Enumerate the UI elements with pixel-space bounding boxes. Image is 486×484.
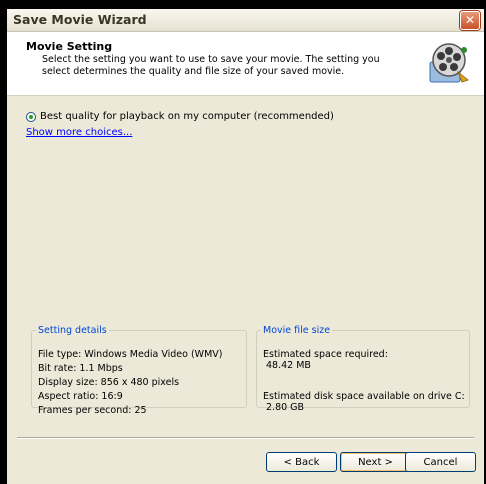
title-bar[interactable]: Save Movie Wizard ✕	[7, 9, 484, 32]
bit-rate-text: Bit rate: 1.1 Mbps	[38, 363, 123, 374]
space-required-value: 48.42 MB	[266, 360, 311, 371]
display-size-text: Display size: 856 x 480 pixels	[38, 377, 180, 388]
movie-file-size-legend: Movie file size	[263, 325, 331, 336]
setting-details-legend: Setting details	[38, 325, 107, 336]
page-description: Select the setting you want to use to sa…	[42, 54, 380, 77]
close-button[interactable]: ✕	[460, 11, 480, 30]
close-icon: ✕	[464, 13, 476, 27]
show-more-choices-link[interactable]: Show more choices...	[26, 127, 132, 138]
next-button[interactable]: Next >	[340, 452, 411, 472]
best-quality-label: Best quality for playback on my computer…	[40, 111, 334, 122]
wizard-header: Movie Setting Select the setting you wan…	[7, 32, 484, 96]
film-reel-icon	[429, 43, 469, 83]
aspect-ratio-text: Aspect ratio: 16:9	[38, 391, 123, 402]
back-button[interactable]: < Back	[266, 452, 337, 472]
save-movie-wizard-window: Save Movie Wizard ✕ Movie Setting Select…	[7, 9, 484, 484]
window-title: Save Movie Wizard	[13, 12, 147, 27]
wizard-body: Best quality for playback on my computer…	[7, 96, 484, 438]
page-title: Movie Setting	[26, 40, 113, 53]
footer-divider	[17, 437, 474, 439]
file-type-text: File type: Windows Media Video (WMV)	[38, 349, 223, 360]
frames-per-second-text: Frames per second: 25	[38, 405, 147, 416]
radio-selected-icon[interactable]	[26, 111, 36, 122]
best-quality-option[interactable]: Best quality for playback on my computer…	[26, 111, 334, 122]
disk-available-value: 2.80 GB	[266, 402, 305, 413]
cancel-button[interactable]: Cancel	[405, 452, 476, 472]
